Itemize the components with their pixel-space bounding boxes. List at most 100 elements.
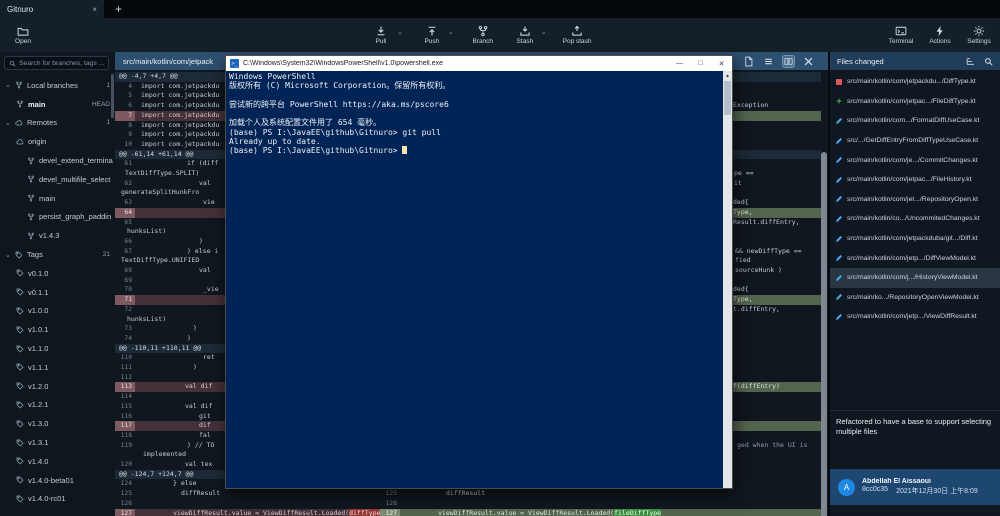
file-changed-row[interactable]: +src/main/kotlin/com/jetpac.../FileDiffT…	[830, 92, 1000, 112]
sidebar-item-origin[interactable]: origin	[0, 132, 115, 151]
panel-divider	[830, 410, 1000, 411]
diff-line-number: 8	[115, 121, 135, 131]
file-changed-row[interactable]: src/.../GetDiffEntryFromDiffTypeUseCase.…	[830, 131, 1000, 151]
tab-gitnuro[interactable]: Gitnuro ×	[0, 0, 104, 18]
powershell-terminal[interactable]: Windows PowerShell版权所有 (C) Microsoft Cor…	[226, 71, 732, 488]
tag-icon	[16, 420, 24, 428]
modified-status-icon	[835, 176, 843, 184]
file-changed-row[interactable]: src/main/kotlin/com/jetpackduba/git.../D…	[830, 229, 1000, 249]
file-changed-row[interactable]: src/main/kotlin/com/jetp.../ViewDiffResu…	[830, 307, 1000, 327]
file-changed-row[interactable]: src/main/kotlin/com/jet.../RepositoryOpe…	[830, 190, 1000, 210]
file-changed-row[interactable]: src/main/kotlin/com/je.../CommitChanges.…	[830, 150, 1000, 170]
open-button[interactable]: Open	[10, 25, 36, 45]
diff-scrollbar[interactable]	[821, 152, 827, 516]
push-button[interactable]: Push	[419, 25, 445, 45]
file-changed-row[interactable]: src/main/kotlin/com/jetpackdu.../DiffTyp…	[830, 72, 1000, 92]
diff-line-number: 66	[115, 237, 135, 247]
tab-close-icon[interactable]: ×	[92, 5, 97, 14]
stash-button[interactable]: Stash	[512, 25, 538, 45]
file-icon[interactable]	[743, 56, 754, 67]
sidebar-item-devel-multifile-select[interactable]: devel_multifile_select	[0, 170, 115, 189]
sidebar-item-label: Tags	[27, 250, 43, 259]
unified-view-icon[interactable]	[763, 56, 774, 67]
sidebar-item-v1.1.0[interactable]: v1.1.0	[0, 339, 115, 358]
push-dropdown-chevron-icon[interactable]: ⌄	[448, 28, 454, 36]
settings-button[interactable]: Settings	[966, 25, 992, 45]
terminal-button[interactable]: Terminal	[888, 25, 914, 45]
sidebar-item-v1.4.0[interactable]: v1.4.0	[0, 452, 115, 471]
branch-icon	[15, 81, 23, 89]
sidebar-item-v1.4.3[interactable]: v1.4.3	[0, 226, 115, 245]
search-icon[interactable]	[984, 57, 993, 66]
sidebar-scrollbar[interactable]	[111, 74, 114, 118]
file-changed-row[interactable]: src/main/kotlin/com/jetp.../DiffViewMode…	[830, 248, 1000, 268]
stash-dropdown-chevron-icon[interactable]: ⌄	[541, 28, 547, 36]
sidebar-item-main[interactable]: mainHEAD	[0, 95, 115, 114]
sidebar-item-v1.3.0[interactable]: v1.3.0	[0, 414, 115, 433]
powershell-window[interactable]: >_ C:\Windows\System32\WindowsPowerShell…	[225, 55, 733, 489]
sidebar-item-main[interactable]: main	[0, 189, 115, 208]
file-changed-row[interactable]: src/main/kotlin/com.../FormatDiffUseCase…	[830, 111, 1000, 131]
diff-line-number: 115	[115, 402, 135, 412]
sidebar-item-devel-extend-termina[interactable]: devel_extend_termina	[0, 151, 115, 170]
file-path: src/main/kotlin/com/jetpackduba/git.../D…	[847, 235, 978, 242]
maximize-button[interactable]: □	[690, 56, 711, 71]
sidebar-item-v1.4.0-rc01[interactable]: v1.4.0-rc01	[0, 490, 115, 509]
sidebar-item-v1.1.1[interactable]: v1.1.1	[0, 358, 115, 377]
sidebar-item-local-branches[interactable]: ⌄Local branches1	[0, 76, 115, 95]
diff-line: diffResult125	[115, 489, 380, 499]
sidebar-item-v0.1.1[interactable]: v0.1.1	[0, 283, 115, 302]
powershell-scroll-thumb[interactable]	[724, 81, 731, 115]
terminal-cursor	[402, 146, 407, 154]
commit-author-bar[interactable]: A Abdellah El Aissaoui 8cc0c35 2021年12月3…	[830, 469, 1000, 505]
pull-button[interactable]: Pull	[368, 25, 394, 45]
file-changed-row[interactable]: src/main/ko.../RepositoryOpenViewModel.k…	[830, 288, 1000, 308]
diff-word-highlight: fileDiffType	[614, 509, 661, 516]
branch-button[interactable]: Branch	[470, 25, 496, 45]
branch-search-input[interactable]: Search for branches, tags ...	[4, 56, 109, 70]
sidebar-item-label: main	[39, 194, 55, 203]
sidebar-item-tags[interactable]: ⌄ Tags 21	[0, 245, 115, 264]
diff-line-number: 112	[115, 373, 135, 383]
powershell-scrollbar[interactable]: ▲	[723, 71, 732, 488]
diff-line-number: 127	[380, 509, 400, 516]
diff-line-number: 116	[115, 412, 135, 422]
sidebar-item-persist-graph-paddin[interactable]: persist_graph_paddin	[0, 208, 115, 227]
file-changed-row[interactable]: src/main/kotlin/com/j.../HistoryViewMode…	[830, 268, 1000, 288]
sidebar-item-v1.0.0[interactable]: v1.0.0	[0, 302, 115, 321]
sidebar-item-label: Local branches	[27, 81, 78, 90]
split-view-icon[interactable]	[783, 56, 794, 67]
branch-icon	[27, 194, 35, 202]
sidebar-item-v1.0.1[interactable]: v1.0.1	[0, 320, 115, 339]
chevron-down-icon[interactable]: ⌄	[5, 251, 11, 259]
sidebar-item-v1.4.0-beta01[interactable]: v1.4.0-beta01	[0, 471, 115, 490]
sidebar-item-label: v1.4.0-rc01	[28, 494, 66, 503]
sidebar: Search for branches, tags ... ⌄ Local bra…	[0, 52, 115, 516]
powershell-title-bar[interactable]: >_ C:\Windows\System32\WindowsPowerShell…	[226, 56, 732, 71]
modified-status-icon	[835, 274, 843, 282]
file-changed-row[interactable]: src/main/kotlin/com/jetpac.../FileHistor…	[830, 170, 1000, 190]
sidebar-item-label: devel_extend_termina	[39, 156, 113, 165]
new-tab-button[interactable]: +	[115, 2, 122, 16]
file-changed-row[interactable]: src/main/kotlin/co.../UncommitedChanges.…	[830, 209, 1000, 229]
sidebar-item-badge: 21	[103, 251, 110, 258]
pull-dropdown-chevron-icon[interactable]: ⌄	[397, 28, 403, 36]
sidebar-item-v1.2.1[interactable]: v1.2.1	[0, 396, 115, 415]
file-path: src/main/kotlin/com/jetp.../ViewDiffResu…	[847, 313, 977, 320]
sidebar-item-v0.1.0[interactable]: v0.1.0	[0, 264, 115, 283]
main-toolbar: Open Pull ⌄ Push ⌄ Branch	[0, 18, 1000, 52]
scroll-up-icon[interactable]: ▲	[723, 71, 732, 80]
minimize-button[interactable]: —	[669, 56, 690, 71]
diff-line-number: 5	[115, 91, 135, 101]
close-button[interactable]: ✕	[711, 56, 732, 71]
sidebar-item-v1.3.1[interactable]: v1.3.1	[0, 433, 115, 452]
diff-line-code: diffResult	[380, 489, 821, 499]
sidebar-item-remotes[interactable]: ⌄Remotes1	[0, 114, 115, 133]
actions-button[interactable]: Actions	[927, 25, 953, 45]
pop-stash-button[interactable]: Pop stash	[563, 25, 592, 45]
chevron-down-icon[interactable]: ⌄	[5, 81, 11, 89]
group-tree-icon[interactable]	[966, 57, 975, 66]
sidebar-item-v1.2.0[interactable]: v1.2.0	[0, 377, 115, 396]
chevron-down-icon[interactable]: ⌄	[5, 119, 11, 127]
close-icon[interactable]	[803, 56, 814, 67]
